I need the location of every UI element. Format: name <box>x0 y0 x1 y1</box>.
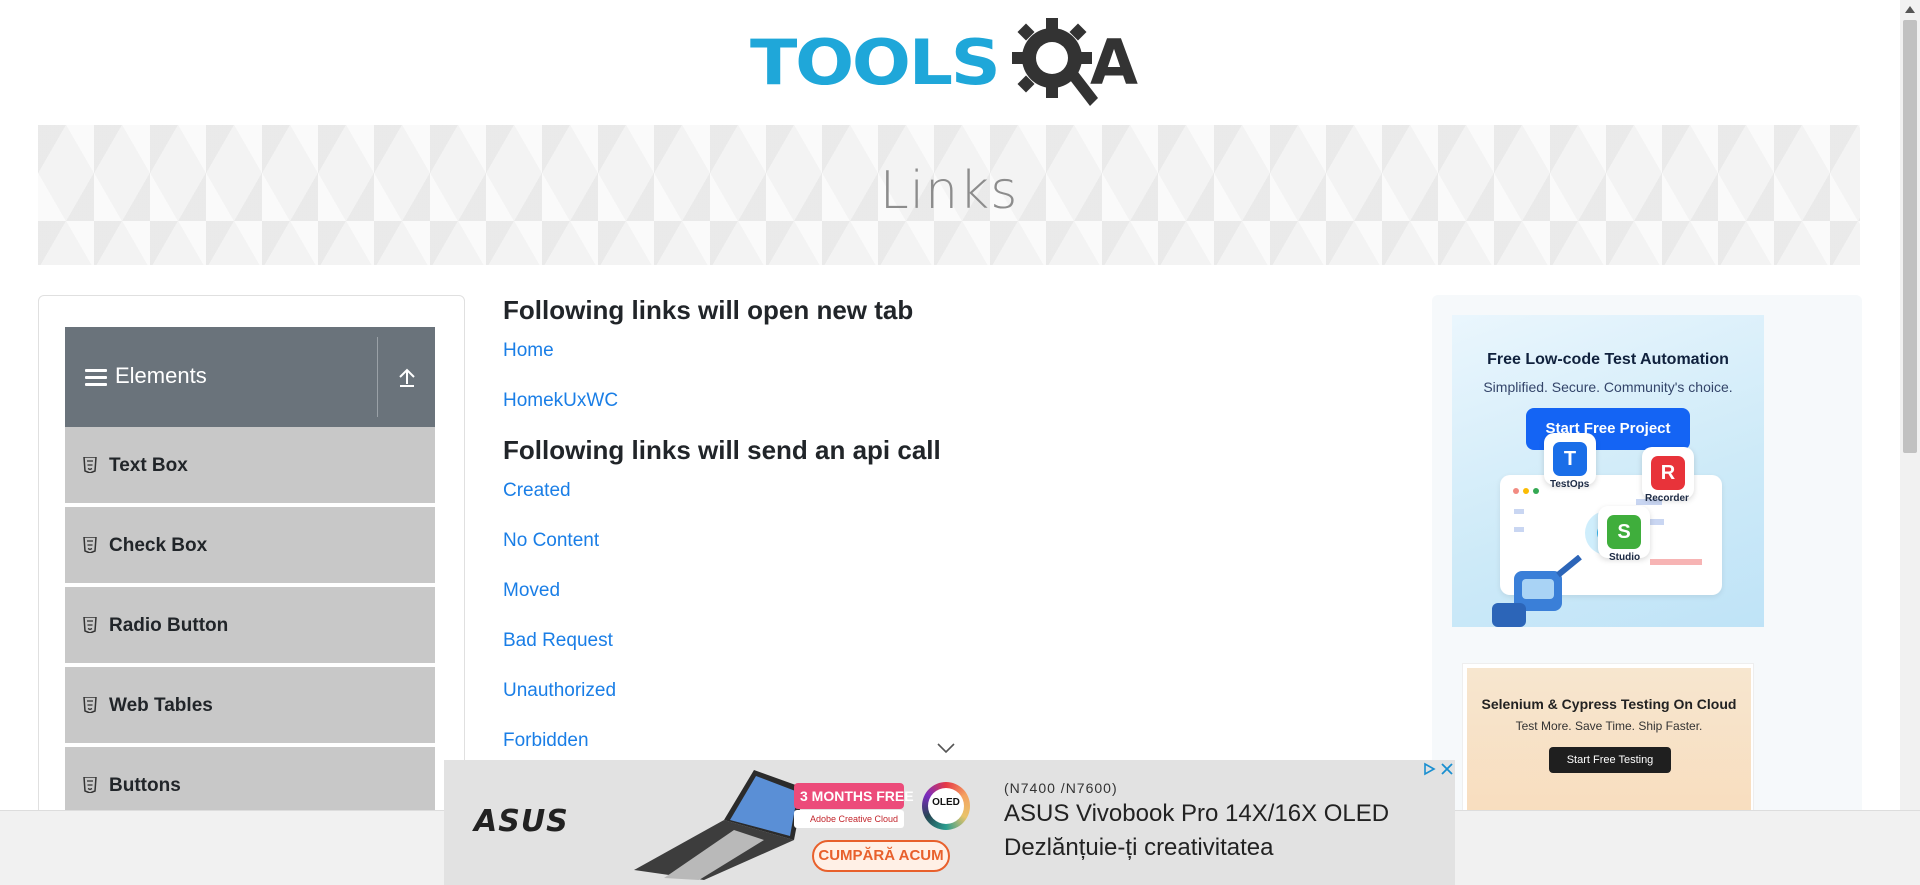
menu-icon <box>85 369 107 387</box>
studio-app-icon: S <box>1598 506 1650 558</box>
asus-banner-ad[interactable]: ASUS 3 MONTHS FREE Adobe Creative Cloud … <box>444 760 1455 885</box>
link-home[interactable]: Home <box>503 340 554 362</box>
divider <box>377 337 378 417</box>
toolsqa-logo[interactable]: TOOLS A <box>750 18 1155 114</box>
buy-now-button[interactable]: CUMPĂRĂ ACUM <box>812 840 950 872</box>
testops-app-icon: T <box>1544 433 1596 485</box>
sidebar-group-title: Elements <box>115 363 207 388</box>
sidebar-item-label: Buttons <box>109 775 181 796</box>
section-title-new-tab: Following links will open new tab <box>503 295 914 325</box>
logo-text-a: A <box>1090 26 1138 99</box>
ad-subtitle: Simplified. Secure. Community's choice. <box>1483 379 1733 395</box>
sidebar-item-label: Check Box <box>109 535 208 556</box>
link-forbidden[interactable]: Forbidden <box>503 730 589 752</box>
chevron-down-icon[interactable] <box>936 742 956 754</box>
gear-magnifier-icon <box>1012 18 1098 106</box>
link-created[interactable]: Created <box>503 480 571 502</box>
html5-icon <box>83 537 97 553</box>
sidebar-item-check-box[interactable]: Check Box <box>65 507 435 585</box>
app-label: Recorder <box>1645 493 1689 504</box>
sidebar-item-web-tables[interactable]: Web Tables <box>65 667 435 745</box>
asus-logo: ASUS <box>474 804 569 839</box>
page-banner: Links <box>38 125 1860 265</box>
close-icon[interactable] <box>1440 762 1454 776</box>
app-label: TestOps <box>1550 479 1590 490</box>
html5-icon <box>83 697 97 713</box>
sidebar-item-label: Text Box <box>109 455 188 476</box>
ad-katalon[interactable]: Free Low-code Test Automation Simplified… <box>1452 315 1764 627</box>
scroll-up-arrow-icon[interactable] <box>1905 5 1915 13</box>
promo-subtitle: Adobe Creative Cloud <box>794 810 904 828</box>
page-title: Links <box>879 161 1019 221</box>
collapse-arrow-icon[interactable] <box>395 365 419 389</box>
link-unauthorized[interactable]: Unauthorized <box>503 680 616 702</box>
page-scrollbar[interactable] <box>1900 0 1920 810</box>
ad-tagline: Dezlănțuie-ți creativitatea <box>1004 834 1274 861</box>
sidebar-item-label: Web Tables <box>109 695 213 716</box>
laptop-image <box>634 770 804 880</box>
link-bad-request[interactable]: Bad Request <box>503 630 613 652</box>
oled-label: OLED <box>932 797 960 808</box>
ad-model-text: (N7400 /N7600) <box>1004 780 1118 796</box>
ad-title: Free Low-code Test Automation <box>1487 351 1729 368</box>
promo-badge: 3 MONTHS FREE <box>794 783 914 809</box>
section-title-api-call: Following links will send an api call <box>503 435 941 465</box>
sidebar-item-text-box[interactable]: Text Box <box>65 427 435 505</box>
adchoices-icon[interactable] <box>1422 762 1436 776</box>
ad-title: Selenium & Cypress Testing On Cloud <box>1481 696 1737 712</box>
start-free-testing-button[interactable]: Start Free Testing <box>1549 747 1671 773</box>
link-no-content[interactable]: No Content <box>503 530 599 552</box>
html5-icon <box>83 457 97 473</box>
sidebar-item-radio-button[interactable]: Radio Button <box>65 587 435 665</box>
app-label: Studio <box>1609 552 1641 563</box>
logo-text-tools: TOOLS <box>750 26 1001 99</box>
ad-subtitle: Test More. Save Time. Ship Faster. <box>1515 719 1703 733</box>
ad-headline: ASUS Vivobook Pro 14X/16X OLED <box>1004 800 1390 827</box>
html5-icon <box>83 777 97 793</box>
html5-icon <box>83 617 97 633</box>
sidebar-group-elements[interactable]: Elements <box>65 327 435 427</box>
link-moved[interactable]: Moved <box>503 580 560 602</box>
scrollbar-thumb[interactable] <box>1903 20 1917 453</box>
recorder-app-icon: R <box>1642 447 1694 499</box>
right-ad-column: Free Low-code Test Automation Simplified… <box>1432 295 1862 885</box>
robot-arm-illustration <box>1492 555 1582 627</box>
sidebar-item-label: Radio Button <box>109 615 229 636</box>
sidebar: Elements Text Box Check Box Radio Button… <box>38 295 465 885</box>
link-dynamic-home[interactable]: HomekUxWC <box>503 390 618 412</box>
